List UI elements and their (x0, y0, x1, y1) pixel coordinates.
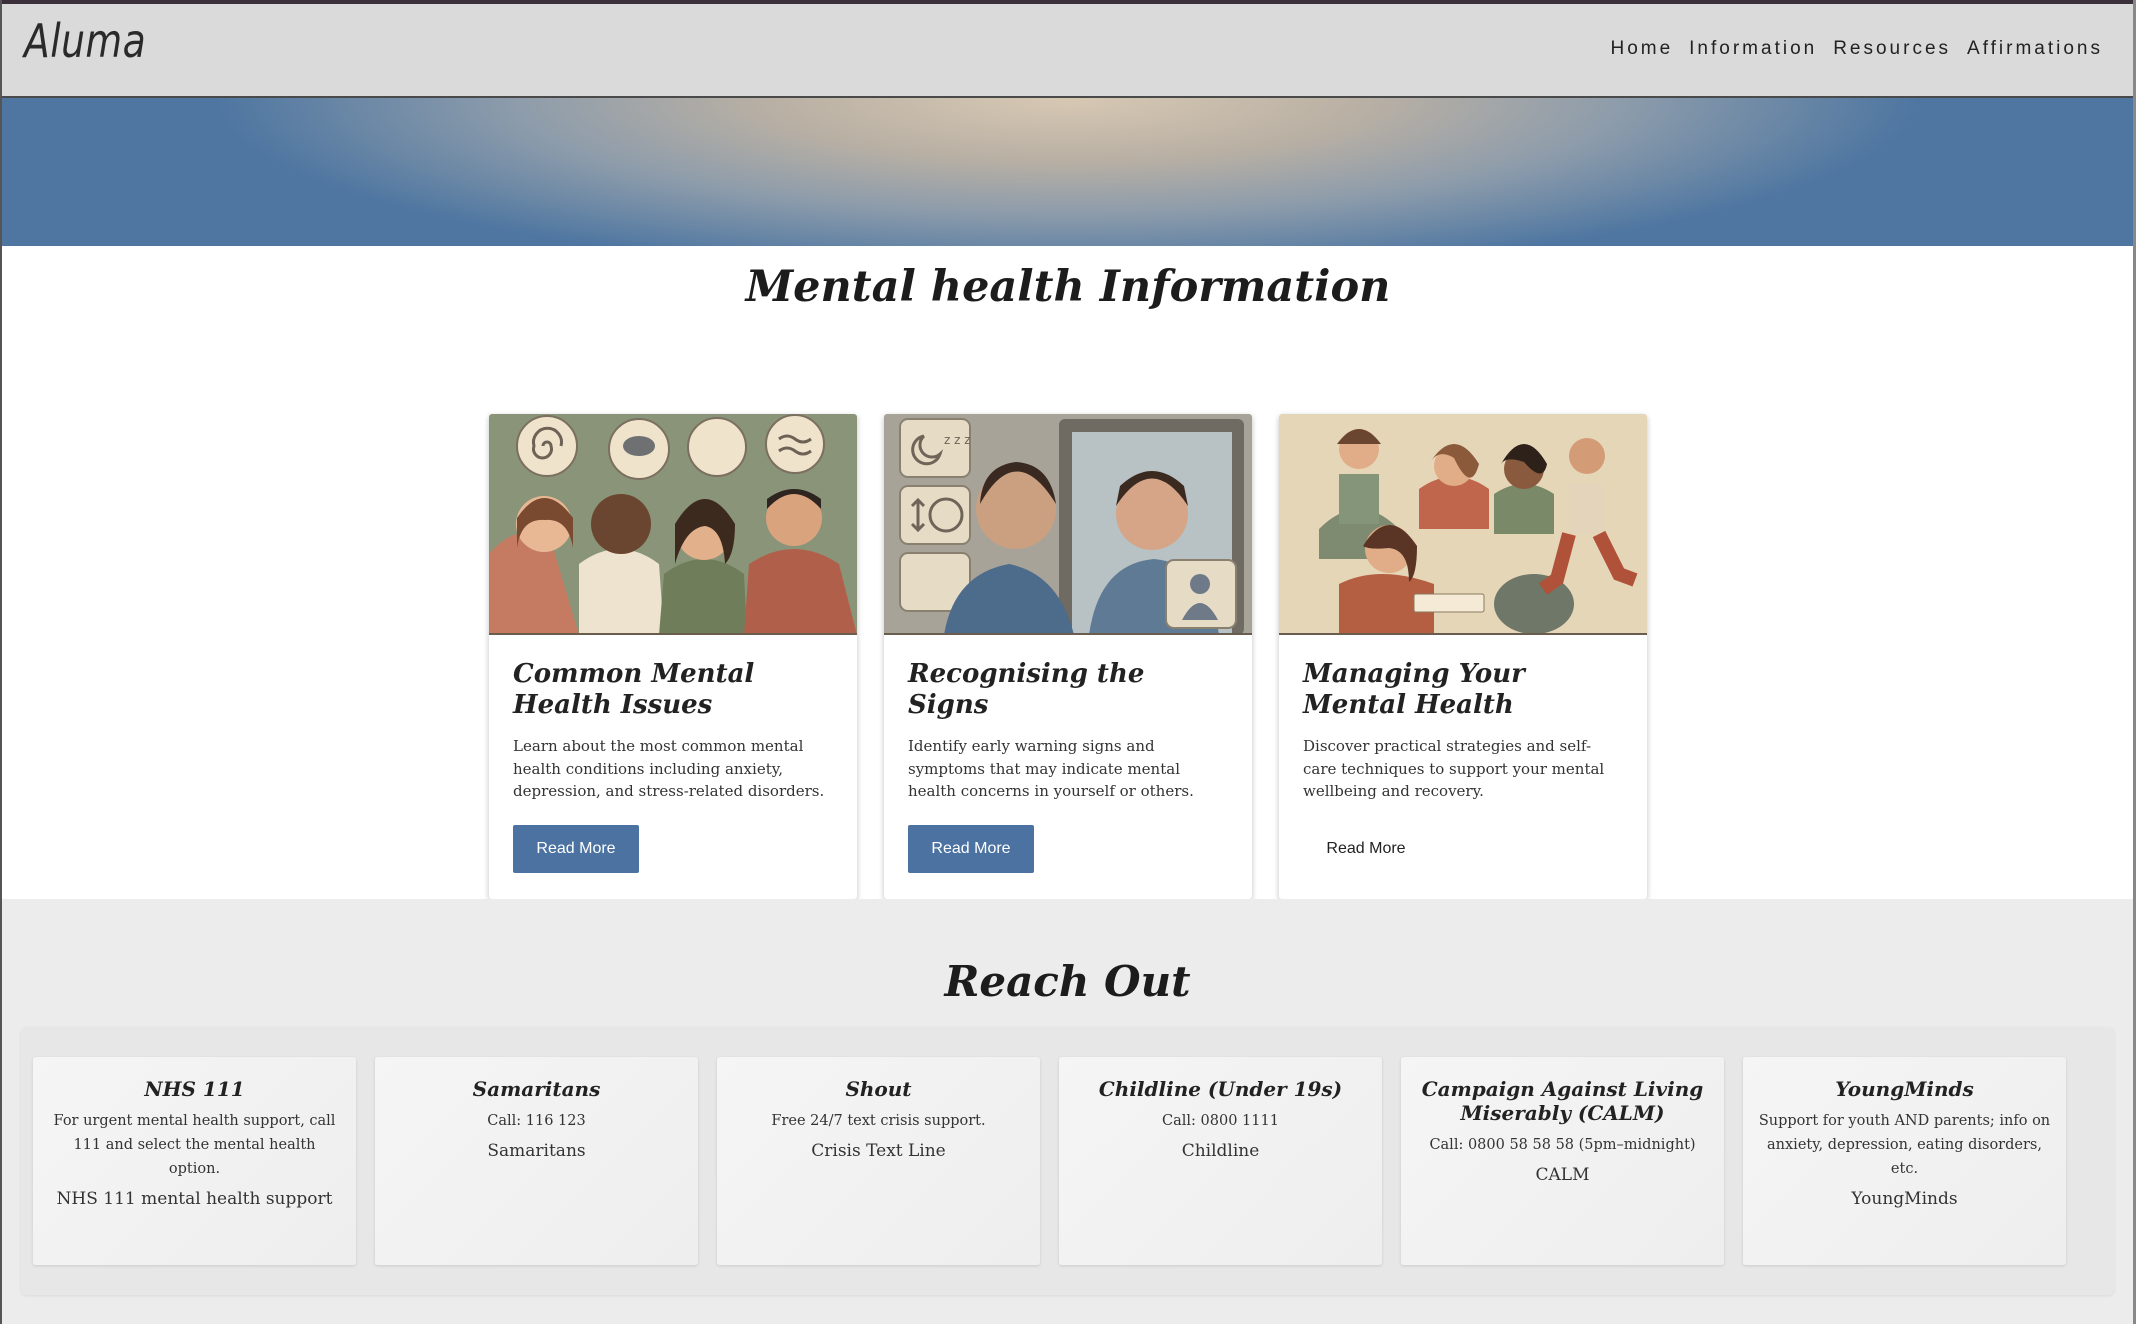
contact-name: Shout (845, 1077, 912, 1101)
card-description: Learn about the most common mental healt… (513, 737, 825, 800)
site-header: Aluma Home Information Resources Affirma… (2, 4, 2133, 98)
contact-description: Call: 0800 1111 (1162, 1113, 1279, 1129)
contact-card-youngminds: YoungMinds Support for youth AND parents… (1743, 1057, 2066, 1265)
card-image-managing-health (1279, 414, 1647, 635)
card-title: Managing Your Mental Health (1303, 659, 1525, 720)
contact-list: NHS 111 For urgent mental health support… (33, 1057, 2066, 1265)
reach-out-section: Reach Out NHS 111 For urgent mental heal… (2, 899, 2133, 1324)
card-description: Identify early warning signs and symptom… (908, 737, 1194, 800)
contact-name: NHS 111 (144, 1077, 245, 1101)
hero-banner (2, 98, 2133, 246)
site-logo[interactable]: Aluma (24, 14, 146, 68)
contact-name: Samaritans (472, 1077, 601, 1101)
contact-name: YoungMinds (1835, 1077, 1974, 1101)
contact-description: Free 24/7 text crisis support. (771, 1113, 986, 1129)
card-image-common-issues (489, 414, 857, 635)
contact-card-nhs-111: NHS 111 For urgent mental health support… (33, 1057, 356, 1265)
contact-link[interactable]: Crisis Text Line (811, 1141, 946, 1161)
contact-link[interactable]: Childline (1182, 1141, 1260, 1161)
nav-resources[interactable]: Resources (1833, 38, 1951, 60)
group-worried-people-illustration (489, 414, 857, 633)
self-care-activities-illustration (1279, 414, 1647, 633)
info-cards: Common Mental Health Issues Learn about … (489, 414, 1647, 899)
contact-name: Campaign Against Living Miserably (CALM) (1421, 1077, 1704, 1125)
main-nav: Home Information Resources Affirmations (1610, 38, 2103, 60)
svg-text:z z z: z z z (944, 433, 971, 447)
contact-card-samaritans: Samaritans Call: 116 123 Samaritans (375, 1057, 698, 1265)
read-more-button[interactable]: Read More (513, 825, 639, 873)
nav-information[interactable]: Information (1689, 38, 1817, 60)
contact-link[interactable]: Samaritans (487, 1141, 585, 1161)
contact-link[interactable]: CALM (1536, 1165, 1590, 1185)
nav-affirmations[interactable]: Affirmations (1967, 38, 2103, 60)
read-more-button[interactable]: Read More (1303, 825, 1429, 873)
card-title: Common Mental Health Issues (513, 659, 755, 720)
man-mirror-illustration: z z z (884, 414, 1252, 633)
contact-description: Support for youth AND parents; info on a… (1758, 1113, 2051, 1177)
contact-link[interactable]: NHS 111 mental health support (57, 1189, 333, 1209)
reach-out-title: Reach Out (944, 957, 1191, 1006)
card-recognising-signs: z z z Recognising the Signs Identify ear… (884, 414, 1252, 899)
card-managing-health: Managing Your Mental Health Discover pra… (1279, 414, 1647, 899)
contact-description: Call: 116 123 (487, 1113, 586, 1129)
card-image-recognising-signs: z z z (884, 414, 1252, 635)
page-title: Mental health Information (745, 262, 1391, 312)
card-common-issues: Common Mental Health Issues Learn about … (489, 414, 857, 899)
contact-name: Childline (Under 19s) (1098, 1077, 1343, 1101)
card-title: Recognising the Signs (908, 659, 1145, 720)
contact-description: Call: 0800 58 58 58 (5pm–midnight) (1429, 1137, 1696, 1153)
nav-home[interactable]: Home (1610, 38, 1673, 60)
contact-description: For urgent mental health support, call 1… (53, 1113, 336, 1177)
contact-card-childline: Childline (Under 19s) Call: 0800 1111 Ch… (1059, 1057, 1382, 1265)
contact-card-calm: Campaign Against Living Miserably (CALM)… (1401, 1057, 1724, 1265)
contact-link[interactable]: YoungMinds (1851, 1189, 1957, 1209)
contact-card-shout: Shout Free 24/7 text crisis support. Cri… (717, 1057, 1040, 1265)
read-more-button[interactable]: Read More (908, 825, 1034, 873)
card-description: Discover practical strategies and self-c… (1303, 737, 1605, 800)
